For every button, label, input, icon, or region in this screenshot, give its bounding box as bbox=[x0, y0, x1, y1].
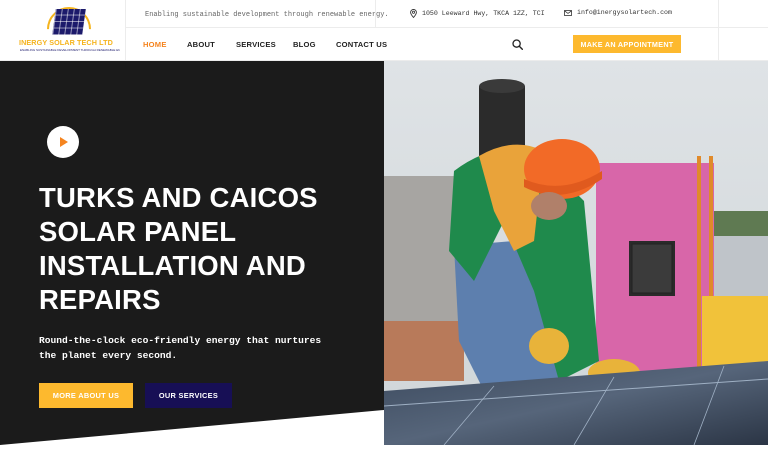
nav-item-contact[interactable]: CONTACT US bbox=[336, 40, 387, 49]
hero-title-line: SOLAR PANEL bbox=[39, 216, 237, 247]
site-header: INERGY SOLAR TECH LTD ENABLING SUSTAINAB… bbox=[0, 0, 768, 61]
make-appointment-button[interactable]: MAKE AN APPOINTMENT bbox=[573, 35, 681, 53]
search-icon[interactable] bbox=[512, 39, 523, 50]
envelope-icon bbox=[564, 9, 572, 16]
hero-subtitle-line: Round-the-clock eco-friendly energy that… bbox=[39, 335, 322, 346]
address-info: 1050 Leeward Hwy, TKCA 1ZZ, TCI bbox=[410, 9, 545, 18]
hero-title-line: TURKS AND CAICOS bbox=[39, 182, 318, 213]
our-services-button[interactable]: OUR SERVICES bbox=[145, 383, 232, 408]
solar-panel-icon bbox=[52, 9, 86, 35]
solar-installer-image bbox=[384, 61, 768, 445]
hero-bottom-strip bbox=[0, 445, 768, 457]
hero-subtitle-line: the planet every second. bbox=[39, 350, 178, 361]
divider bbox=[375, 0, 376, 28]
hero-title-line: REPAIRS bbox=[39, 284, 161, 315]
logo-tagline: ENABLING SUSTAINABLE DEVELOPMENT THROUGH… bbox=[20, 48, 120, 52]
location-pin-icon bbox=[410, 9, 417, 18]
logo-brand-name: INERGY SOLAR TECH LTD bbox=[19, 38, 113, 47]
play-video-button[interactable] bbox=[47, 126, 79, 158]
hero-section: TURKS AND CAICOS SOLAR PANEL INSTALLATIO… bbox=[0, 61, 768, 457]
play-icon bbox=[60, 137, 68, 147]
logo[interactable]: INERGY SOLAR TECH LTD ENABLING SUSTAINAB… bbox=[0, 0, 126, 61]
nav-item-home[interactable]: HOME bbox=[143, 40, 167, 49]
site-tagline: Enabling sustainable development through… bbox=[145, 11, 389, 19]
hero-title: TURKS AND CAICOS SOLAR PANEL INSTALLATIO… bbox=[39, 181, 369, 317]
top-info-bar: Enabling sustainable development through… bbox=[126, 0, 768, 28]
nav-item-blog[interactable]: BLOG bbox=[293, 40, 316, 49]
hero-title-line: INSTALLATION AND bbox=[39, 250, 306, 281]
more-about-us-button[interactable]: MORE ABOUT US bbox=[39, 383, 133, 408]
nav-item-about[interactable]: ABOUT bbox=[187, 40, 215, 49]
email-info[interactable]: info@inergysolartech.com bbox=[564, 9, 672, 16]
address-text: 1050 Leeward Hwy, TKCA 1ZZ, TCI bbox=[422, 10, 545, 17]
solar-worker-photo bbox=[384, 61, 768, 445]
nav-item-services[interactable]: SERVICES bbox=[236, 40, 276, 49]
email-text[interactable]: info@inergysolartech.com bbox=[577, 9, 672, 16]
main-nav: HOME ABOUT SERVICES BLOG CONTACT US MAKE… bbox=[126, 28, 768, 61]
hero-subtitle: Round-the-clock eco-friendly energy that… bbox=[39, 333, 359, 363]
